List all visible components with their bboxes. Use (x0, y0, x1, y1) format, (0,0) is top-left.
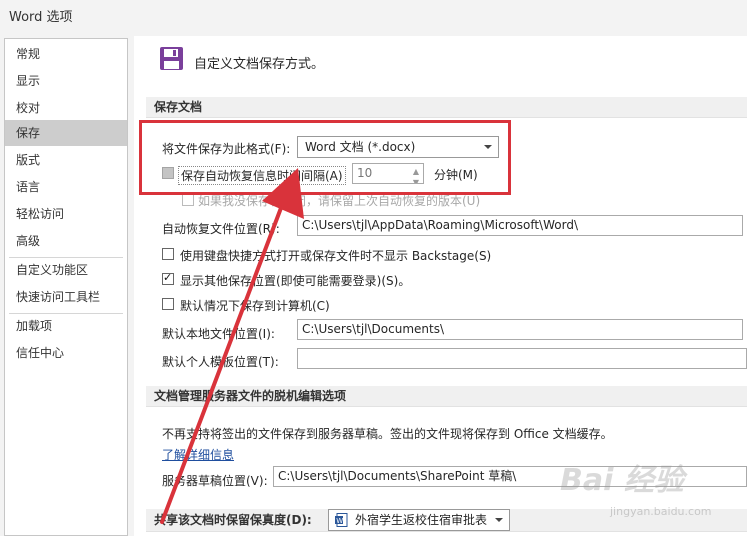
baidu-watermark-url: jingyan.baidu.com (610, 505, 712, 518)
baidu-watermark: Bai 经验 (560, 463, 684, 498)
